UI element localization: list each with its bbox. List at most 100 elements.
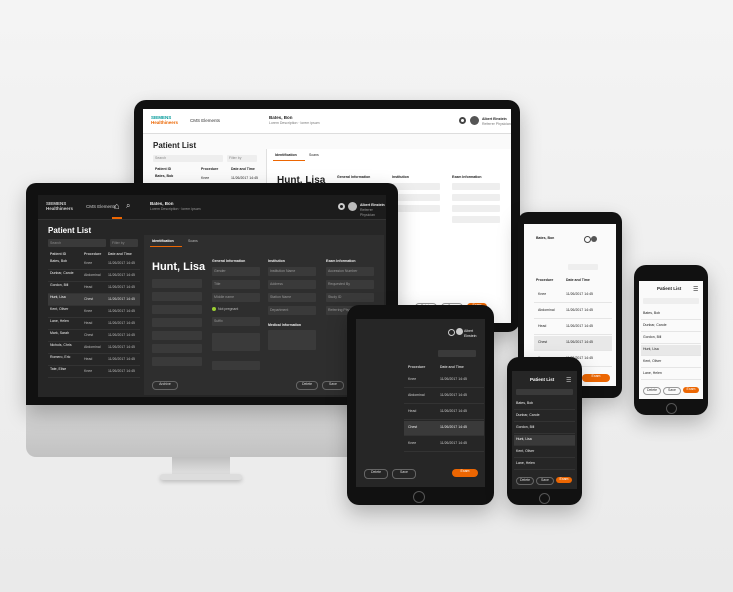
archive-button[interactable]: Archive	[152, 381, 178, 390]
exam-button[interactable]: Exam	[452, 469, 478, 477]
tab-scans[interactable]: Scans	[188, 239, 198, 244]
col-procedure[interactable]: Procedure	[536, 278, 553, 283]
col-procedure[interactable]: Procedure	[201, 167, 218, 172]
table-row[interactable]: Gordon, Bill Head 11/26/2017 14:45	[48, 282, 140, 294]
table-row[interactable]: Lane, Helen Head 11/26/2017 14:45	[48, 318, 140, 330]
table-row-selected[interactable]: Hunt, Lisa	[641, 345, 701, 356]
field[interactable]	[152, 305, 202, 314]
gear-icon[interactable]	[459, 117, 466, 124]
col-date[interactable]: Date and Time	[440, 365, 464, 370]
table-row[interactable]: Bates, Bob	[641, 309, 701, 320]
table-row-selected[interactable]: Hunt, Lisa	[514, 435, 575, 446]
avatar[interactable]	[470, 116, 479, 125]
field-date[interactable]	[212, 361, 260, 370]
table-row[interactable]: Lane, Helen	[514, 459, 575, 470]
menu-icon[interactable]: ☰	[566, 377, 571, 384]
field[interactable]	[152, 357, 202, 366]
table-row[interactable]: Kent, Oliver	[641, 357, 701, 368]
table-row[interactable]: Head 11/26/2017 14:45	[534, 320, 612, 335]
table-row-selected[interactable]: Hunt, Lisa Chest 11/26/2017 14:45	[48, 294, 140, 306]
exam-button[interactable]: Exam	[582, 374, 610, 382]
table-row[interactable]: Dunbar, Carole	[641, 321, 701, 332]
table-row[interactable]: Bates, Bob	[514, 399, 575, 410]
search-input[interactable]	[643, 298, 699, 304]
section-medical: Medical Information	[268, 323, 302, 327]
table-row[interactable]: Kent, Oliver	[514, 447, 575, 458]
gear-icon[interactable]	[338, 203, 345, 210]
col-procedure[interactable]: Procedure	[84, 252, 101, 257]
table-row[interactable]: Dunbar, Carole	[514, 411, 575, 422]
col-procedure[interactable]: Procedure	[408, 365, 425, 370]
exam-button[interactable]: Exam	[683, 387, 699, 393]
field-comment[interactable]	[212, 333, 260, 351]
field[interactable]	[152, 279, 202, 288]
table-row[interactable]: Nichols, Chris Abdominal 11/26/2017 14:4…	[48, 342, 140, 354]
col-patient-id[interactable]: Patient ID	[155, 167, 171, 172]
home-button[interactable]	[539, 493, 550, 504]
home-icon[interactable]: ⌂	[114, 201, 119, 211]
table-row[interactable]: Tate, Elise Knee 11/26/2017 14:45	[48, 366, 140, 378]
delete-button[interactable]: Delete	[296, 381, 318, 390]
table-row[interactable]: Lane, Helen	[641, 369, 701, 380]
table-row[interactable]: Dunbar, Carole Abdominal 11/26/2017 14:4…	[48, 270, 140, 282]
exam-button[interactable]: Exam	[556, 477, 572, 483]
search-input[interactable]	[438, 350, 476, 357]
table-row[interactable]: Knee 11/26/2017 14:45	[404, 373, 484, 388]
delete-button[interactable]: Delete	[643, 387, 661, 395]
gear-icon[interactable]	[448, 329, 455, 336]
avatar[interactable]	[348, 202, 357, 211]
row-name: Kent, Oliver	[643, 359, 662, 363]
col-date[interactable]: Date and Time	[108, 252, 132, 257]
table-row-selected[interactable]: Chest 11/26/2017 14:45	[404, 421, 484, 436]
table-row[interactable]: Head 11/26/2017 14:45	[404, 405, 484, 420]
tab-identification[interactable]: Identification	[152, 239, 174, 244]
search-icon[interactable]: ⌕	[126, 201, 130, 211]
field[interactable]	[152, 344, 202, 353]
home-button[interactable]	[413, 491, 425, 503]
tab-identification[interactable]: Identification	[275, 153, 297, 158]
delete-button[interactable]: Delete	[516, 477, 534, 485]
table-row[interactable]: Romero, Eric Head 11/26/2017 14:45	[48, 354, 140, 366]
table-row-selected[interactable]: Chest 11/26/2017 14:45	[534, 336, 612, 351]
field[interactable]	[452, 216, 500, 223]
field[interactable]	[392, 194, 440, 201]
table-row[interactable]: Gordon, Bill	[514, 423, 575, 434]
save-button[interactable]: Save	[663, 387, 681, 395]
col-date[interactable]: Date and Time	[231, 167, 255, 172]
tab-scans[interactable]: Scans	[309, 153, 319, 158]
field[interactable]	[452, 194, 500, 201]
table-row[interactable]: Abdominal 11/26/2017 14:45	[534, 304, 612, 319]
field[interactable]	[452, 205, 500, 212]
home-button[interactable]	[666, 403, 677, 414]
search-input[interactable]	[516, 389, 573, 395]
table-row[interactable]: Mark, Sarah Chest 11/26/2017 14:45	[48, 330, 140, 342]
avatar[interactable]	[591, 236, 597, 242]
row-date: 11/26/2017 14:45	[108, 309, 135, 313]
col-patient-id[interactable]: Patient ID	[50, 252, 66, 257]
field[interactable]	[452, 183, 500, 190]
field[interactable]	[152, 292, 202, 301]
col-date[interactable]: Date and Time	[566, 278, 590, 283]
avatar[interactable]	[456, 328, 463, 335]
table-row[interactable]: Bates, Bob Knee 11/26/2017 14:45	[48, 258, 140, 270]
save-button[interactable]: Save	[392, 469, 416, 479]
menu-icon[interactable]: ☰	[693, 286, 698, 293]
gear-icon[interactable]	[584, 236, 591, 243]
field-label: Accession Number	[328, 269, 358, 273]
table-row[interactable]: Kent, Oliver Knee 11/26/2017 14:45	[48, 306, 140, 318]
table-row[interactable]: Abdominal 11/26/2017 14:45	[404, 389, 484, 404]
search-input[interactable]	[568, 264, 598, 270]
field[interactable]	[392, 205, 440, 212]
row-procedure: Knee	[408, 377, 417, 381]
field[interactable]	[392, 183, 440, 190]
save-button[interactable]: Save	[322, 381, 344, 390]
field[interactable]	[152, 331, 202, 340]
field-medical[interactable]	[268, 330, 316, 350]
table-row[interactable]: Knee 11/26/2017 14:45	[404, 437, 484, 452]
table-row[interactable]: Knee 11/26/2017 14:45	[534, 288, 612, 303]
app-name: CMS Elements	[190, 118, 221, 123]
field[interactable]	[152, 318, 202, 327]
delete-button[interactable]: Delete	[364, 469, 388, 479]
table-row[interactable]: Gordon, Bill	[641, 333, 701, 344]
save-button[interactable]: Save	[536, 477, 554, 485]
